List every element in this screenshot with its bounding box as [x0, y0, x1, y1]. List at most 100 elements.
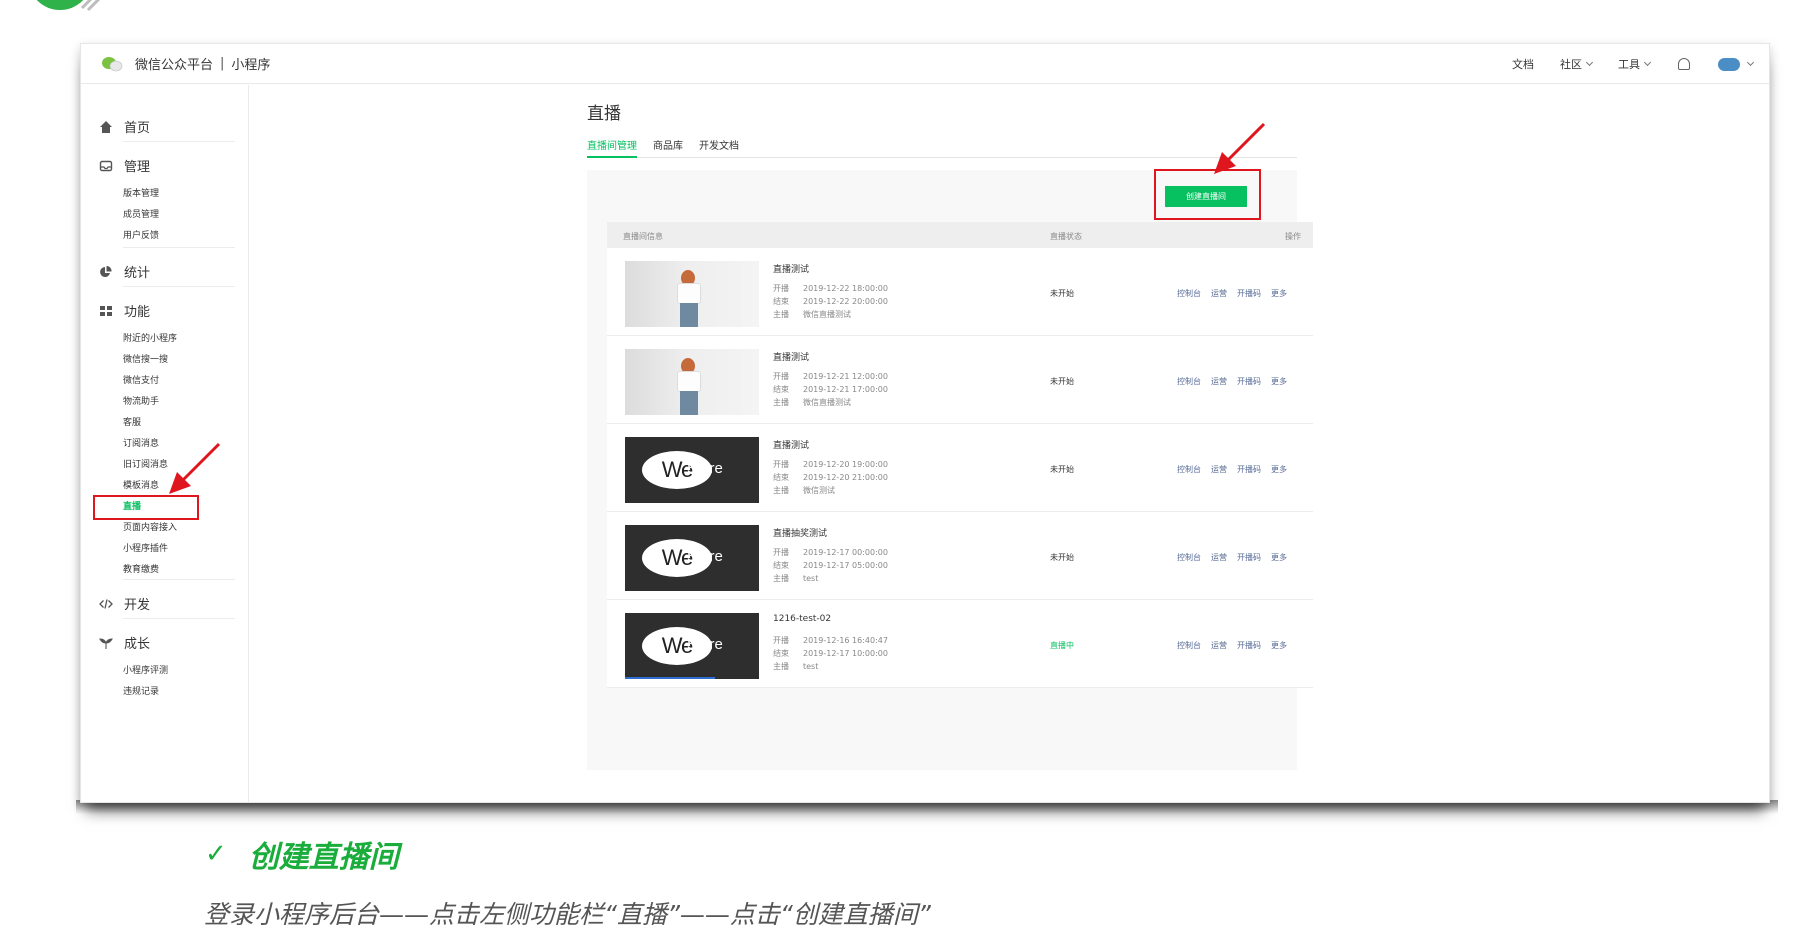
row-actions: 控制台 运营 开播码 更多: [1177, 552, 1297, 563]
brand[interactable]: 微信公众平台 | 小程序: [101, 54, 270, 73]
room-host: 主播 微信测试: [773, 486, 835, 495]
sidebar-item-search[interactable]: 微信搜一搜: [123, 352, 168, 365]
operate-link[interactable]: 运营: [1211, 465, 1227, 474]
row-actions: 控制台 运营 开播码 更多: [1177, 640, 1297, 651]
sidebar-section-home[interactable]: 首页: [99, 117, 150, 136]
console-link[interactable]: 控制台: [1177, 377, 1201, 386]
westore-text: Store: [687, 548, 723, 565]
sidebar-item-education[interactable]: 教育缴费: [123, 562, 159, 575]
operate-link[interactable]: 运营: [1211, 289, 1227, 298]
room-start: 开播 2019-12-22 18:00:00: [773, 284, 888, 293]
room-start: 开播 2019-12-16 16:40:47: [773, 636, 888, 645]
sidebar-item-members[interactable]: 成员管理: [123, 207, 159, 220]
operate-link[interactable]: 运营: [1211, 377, 1227, 386]
sidebar-item-template[interactable]: 模板消息: [123, 478, 159, 491]
more-link[interactable]: 更多: [1271, 553, 1287, 562]
sidebar-item-service[interactable]: 客服: [123, 415, 141, 428]
room-name: 直播抽奖测试: [773, 529, 828, 539]
sidebar-item-nearby[interactable]: 附近的小程序: [123, 331, 177, 344]
chevron-down-icon: [1585, 58, 1594, 67]
live-cover-thumbnail: We Store: [625, 525, 759, 591]
tab-goods[interactable]: 商品库: [653, 133, 683, 158]
room-name: 1216-test-02: [773, 614, 832, 624]
nav-community[interactable]: 社区: [1560, 56, 1594, 72]
room-start: 开播 2019-12-20 19:00:00: [773, 460, 888, 469]
nav-community-label: 社区: [1560, 58, 1582, 71]
sidebar-section-label: 功能: [124, 305, 151, 320]
row-actions: 控制台 运营 开播码 更多: [1177, 288, 1297, 299]
inbox-icon: [99, 160, 113, 171]
row-actions: 控制台 运营 开播码 更多: [1177, 376, 1297, 387]
wechat-logo-icon: [102, 56, 123, 71]
create-button-highlight-box: [1154, 169, 1261, 220]
start-code-link[interactable]: 开播码: [1237, 553, 1261, 562]
tab-dev-docs[interactable]: 开发文档: [699, 133, 739, 158]
westore-text: Store: [687, 636, 723, 653]
nav-docs[interactable]: 文档: [1512, 56, 1534, 72]
sidebar-item-pay[interactable]: 微信支付: [123, 373, 159, 386]
sidebar-item-version[interactable]: 版本管理: [123, 186, 159, 199]
room-host: 主播 test: [773, 574, 819, 583]
sidebar-item-plugin[interactable]: 小程序插件: [123, 541, 168, 554]
sidebar-item-old-subscribe[interactable]: 旧订阅消息: [123, 457, 168, 470]
operate-link[interactable]: 运营: [1211, 641, 1227, 650]
console-link[interactable]: 控制台: [1177, 465, 1201, 474]
console-link[interactable]: 控制台: [1177, 289, 1201, 298]
sidebar-section-label: 开发: [124, 598, 151, 613]
table-row: We Store 直播抽奖测试 开播 2019-12-17 00:00:00 结束 2019…: [607, 512, 1313, 600]
nav-tools-label: 工具: [1618, 58, 1640, 71]
room-name: 直播测试: [773, 441, 810, 451]
table-header: 直播间信息 直播状态 操作: [607, 222, 1313, 248]
console-link[interactable]: 控制台: [1177, 553, 1201, 562]
more-link[interactable]: 更多: [1271, 465, 1287, 474]
room-end: 结束 2019-12-17 05:00:00: [773, 561, 888, 570]
room-end: 结束 2019-12-21 17:00:00: [773, 385, 888, 394]
sidebar-item-subscribe[interactable]: 订阅消息: [123, 436, 159, 449]
caption-title: ✓ 创建直播间: [205, 832, 399, 876]
col-actions: 操作: [1285, 232, 1301, 241]
sidebar-item-feedback[interactable]: 用户反馈: [123, 228, 159, 241]
status-badge: 未开始: [1050, 377, 1074, 386]
status-badge: 未开始: [1050, 465, 1074, 474]
status-badge: 未开始: [1050, 289, 1074, 298]
tab-bar: 直播间管理 商品库 开发文档: [587, 133, 1297, 158]
page-title: 直播: [587, 104, 621, 124]
more-link[interactable]: 更多: [1271, 377, 1287, 386]
bell-icon[interactable]: [1678, 58, 1690, 70]
sidebar-item-logistics[interactable]: 物流助手: [123, 394, 159, 407]
grid-icon: [100, 305, 112, 316]
more-link[interactable]: 更多: [1271, 641, 1287, 650]
tab-live-manage[interactable]: 直播间管理: [587, 133, 637, 158]
sidebar-section-manage[interactable]: 管理: [99, 156, 150, 175]
start-code-link[interactable]: 开播码: [1237, 465, 1261, 474]
room-start: 开播 2019-12-21 12:00:00: [773, 372, 888, 381]
sprout-icon: [99, 637, 113, 649]
more-link[interactable]: 更多: [1271, 289, 1287, 298]
start-code-link[interactable]: 开播码: [1237, 377, 1261, 386]
sidebar-section-growth[interactable]: 成长: [99, 633, 150, 652]
avatar[interactable]: [1718, 57, 1740, 71]
sidebar-section-dev[interactable]: 开发: [99, 594, 150, 613]
room-name: 直播测试: [773, 265, 810, 275]
sidebar-item-review[interactable]: 小程序评测: [123, 663, 168, 676]
room-end: 结束 2019-12-17 10:00:00: [773, 649, 888, 658]
operate-link[interactable]: 运营: [1211, 553, 1227, 562]
chevron-down-icon[interactable]: [1746, 58, 1755, 67]
sidebar-item-content[interactable]: 页面内容接入: [123, 520, 177, 533]
caption-title-text: 创建直播间: [248, 840, 399, 875]
nav-tools[interactable]: 工具: [1618, 56, 1652, 72]
start-code-link[interactable]: 开播码: [1237, 289, 1261, 298]
sidebar-section-label: 首页: [124, 121, 151, 136]
sidebar-section-stats[interactable]: 统计: [99, 262, 150, 281]
live-cover-thumbnail: [625, 261, 759, 327]
screenshot-frame: 微信公众平台 | 小程序 文档 社区 工具 首页 管理 版本管理 成员管理 用户…: [80, 43, 1770, 803]
sidebar-section-features[interactable]: 功能: [99, 301, 150, 320]
home-icon: [100, 120, 112, 133]
sidebar-item-violations[interactable]: 违规记录: [123, 684, 159, 697]
brand-separator: |: [220, 56, 225, 71]
console-link[interactable]: 控制台: [1177, 641, 1201, 650]
live-cover-thumbnail: [625, 349, 759, 415]
live-cover-thumbnail: We Store: [625, 613, 759, 679]
room-host: 主播 微信直播测试: [773, 310, 851, 319]
start-code-link[interactable]: 开播码: [1237, 641, 1261, 650]
